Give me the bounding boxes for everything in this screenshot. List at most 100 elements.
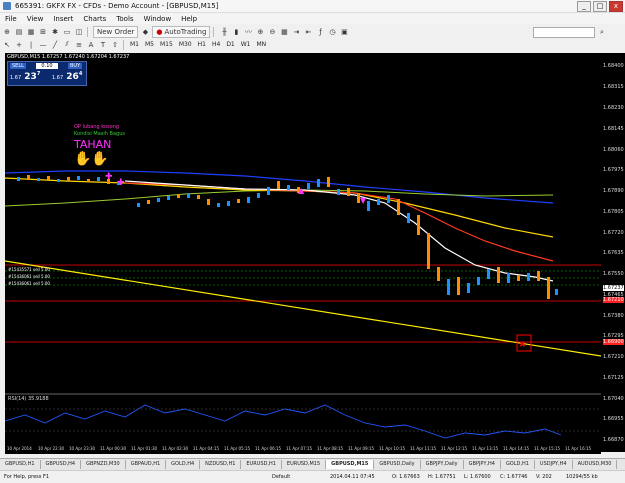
terminal-icon[interactable]: ▭	[62, 27, 72, 37]
tab-gbpjpy-h4[interactable]: GBPJPY,H4	[464, 460, 501, 469]
timeframe-m1[interactable]: M1	[127, 41, 142, 48]
menu-view[interactable]: View	[22, 15, 49, 23]
buy-price-prefix: 1.67	[52, 75, 64, 81]
time-tick: 10 Apr 23:30	[69, 446, 96, 451]
fibonacci-icon[interactable]: ≡	[74, 40, 84, 50]
text-tool-icon[interactable]: A	[86, 40, 96, 50]
search-input[interactable]	[533, 27, 595, 38]
metaeditor-icon[interactable]: ◆	[140, 27, 150, 37]
bid-price-tag: 1.67237	[603, 285, 624, 291]
time-tick: 11 Apr 01:30	[131, 446, 158, 451]
candle	[207, 199, 210, 205]
timeframe-h1[interactable]: H1	[195, 41, 209, 48]
zoom-in-icon[interactable]: ⊕	[255, 27, 265, 37]
new-order-button[interactable]: New Order	[93, 25, 139, 38]
restore-button[interactable]: □	[593, 1, 607, 12]
tab-gbpaud-h1[interactable]: GBPAUD,H1	[126, 460, 167, 469]
price-chart[interactable]: ✚ ✚ ▲ ▼ ✖	[4, 53, 602, 452]
indicators-icon[interactable]: ƒ	[315, 27, 325, 37]
time-tick: 11 Apr 08:15	[317, 446, 344, 451]
tab-gbpjpy-daily[interactable]: GBPJPY,Daily	[421, 460, 464, 469]
trendline-icon[interactable]: ╱	[50, 40, 60, 50]
tab-eurusd-h1[interactable]: EURUSD,H1	[241, 460, 282, 469]
timeframe-mn[interactable]: MN	[254, 41, 270, 48]
candle	[237, 199, 240, 203]
chart-tabs: GBPUSD,H1 GBPUSD,H4 GBPNZD,M30 GBPAUD,H1…	[0, 458, 625, 470]
templates-icon[interactable]: ▣	[339, 27, 349, 37]
status-profile[interactable]: Default	[272, 474, 290, 480]
candlestick-icon[interactable]: ▮	[231, 27, 241, 37]
bar-chart-icon[interactable]: ╫	[219, 27, 229, 37]
time-tick: 11 Apr 13:15	[472, 446, 499, 451]
chart-shift-icon[interactable]: ⇤	[303, 27, 313, 37]
sell-price-sup: 7	[36, 71, 41, 77]
tab-usdjpy-h4[interactable]: USDJPY,H4	[535, 460, 573, 469]
navigator-icon[interactable]: ✱	[50, 27, 60, 37]
minimize-button[interactable]: _	[577, 1, 591, 12]
candle	[327, 177, 330, 187]
tab-gbpusd-h4[interactable]: GBPUSD,H4	[41, 460, 82, 469]
tab-eurusd-m15[interactable]: EURUSD,M15	[282, 460, 327, 469]
timeframe-m15[interactable]: M15	[157, 41, 176, 48]
annotation-text: OP lubang kosong	[74, 124, 120, 130]
timeframe-m30[interactable]: M30	[176, 41, 195, 48]
time-tick: 11 Apr 15:15	[534, 446, 561, 451]
tab-gbpusd-m15[interactable]: GBPUSD,M15	[326, 460, 375, 469]
price-tick: 1.68145	[603, 126, 624, 132]
tab-gold-h1[interactable]: GOLD,H1	[501, 460, 535, 469]
sell-price[interactable]: 1.67 237	[10, 71, 40, 82]
channel-icon[interactable]: ⫽	[62, 40, 72, 50]
autotrading-button[interactable]: ● AutoTrading	[152, 25, 211, 38]
menu-tools[interactable]: Tools	[111, 15, 138, 23]
menu-insert[interactable]: Insert	[48, 15, 78, 23]
tab-audusd-m30[interactable]: AUDUSD,M30	[573, 460, 618, 469]
sell-button[interactable]: SELL	[10, 63, 26, 69]
buy-price[interactable]: 1.67 264	[52, 71, 82, 82]
tester-icon[interactable]: ◫	[74, 27, 84, 37]
arrows-icon[interactable]: ⇧	[110, 40, 120, 50]
timeframe-d1[interactable]: D1	[223, 41, 237, 48]
tab-gbpnzd-m30[interactable]: GBPNZD,M30	[81, 460, 126, 469]
search-icon[interactable]: ⌕	[597, 27, 607, 37]
window-title-bar: 665391: GKFX FX - CFDs - Demo Account - …	[0, 0, 625, 13]
autoscroll-icon[interactable]: ⇥	[291, 27, 301, 37]
zoom-out-icon[interactable]: ⊖	[267, 27, 277, 37]
close-button[interactable]: x	[609, 1, 623, 12]
menu-file[interactable]: File	[0, 15, 22, 23]
menu-charts[interactable]: Charts	[78, 15, 111, 23]
tab-nzdusd-h1[interactable]: NZDUSD,H1	[200, 460, 242, 469]
tab-gbpusd-h1[interactable]: GBPUSD,H1	[0, 460, 41, 469]
timeframe-m5[interactable]: M5	[142, 41, 157, 48]
periods-icon[interactable]: ◷	[327, 27, 337, 37]
chart-symbol-title: GBPUSD,M15 1.67257 1.67240 1.67204 1.672…	[7, 54, 130, 60]
horizontal-line-icon[interactable]: —	[38, 40, 48, 50]
crosshair-icon[interactable]: +	[14, 40, 24, 50]
timeframe-h4[interactable]: H4	[209, 41, 223, 48]
lot-size-input[interactable]: 0.10	[36, 63, 58, 69]
new-chart-icon[interactable]: ⊕	[2, 27, 12, 37]
line-chart-icon[interactable]: 〰	[243, 27, 253, 37]
status-bar: For Help, press F1 Default 2014.04.11 07…	[0, 470, 625, 483]
profiles-icon[interactable]: ▤	[14, 27, 24, 37]
chart-canvas: ✚ ✚ ▲ ▼ ✖	[4, 170, 602, 439]
price-axis[interactable]: 1.68400 1.68315 1.68230 1.68145 1.68060 …	[601, 53, 625, 452]
window-controls: _ □ x	[577, 1, 623, 12]
status-volume: V: 202	[536, 474, 552, 480]
menu-help[interactable]: Help	[176, 15, 202, 23]
time-tick: 11 Apr 12:15	[441, 446, 468, 451]
price-tick: 1.67635	[603, 250, 624, 256]
menu-window[interactable]: Window	[139, 15, 177, 23]
time-tick: 11 Apr 14:15	[503, 446, 530, 451]
buy-button[interactable]: BUY	[68, 63, 83, 69]
tab-gold-h4[interactable]: GOLD,H4	[166, 460, 201, 469]
timeframe-w1[interactable]: W1	[238, 41, 254, 48]
tab-gbpusd-daily[interactable]: GBPUSD,Daily	[374, 460, 421, 469]
market-watch-icon[interactable]: ▦	[26, 27, 36, 37]
vertical-line-icon[interactable]: |	[26, 40, 36, 50]
label-tool-icon[interactable]: T	[98, 40, 108, 50]
cursor-icon[interactable]: ↖	[2, 40, 12, 50]
candle	[227, 201, 230, 206]
tile-windows-icon[interactable]: ▦	[279, 27, 289, 37]
data-window-icon[interactable]: ⊞	[38, 27, 48, 37]
candle	[167, 196, 170, 200]
